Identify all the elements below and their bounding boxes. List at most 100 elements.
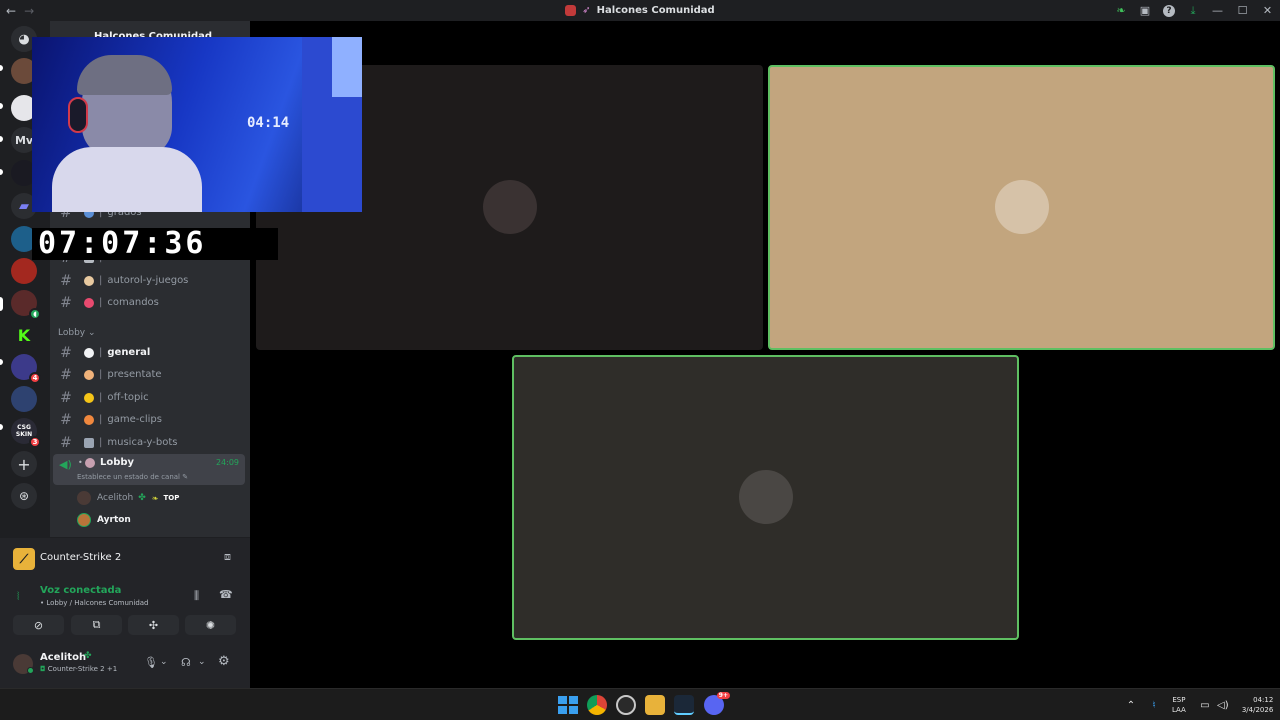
camera-off-icon: ⊘ (33, 618, 44, 632)
server-icon-halcones[interactable]: ◖ (11, 290, 41, 320)
selected-pip (0, 297, 3, 311)
cap (77, 55, 172, 95)
channel-musica-y-bots[interactable]: # | musica-y-bots (53, 432, 245, 453)
voice-channel-lobby[interactable]: ◀) • Lobby 24:09 Establece un estado de … (53, 454, 245, 485)
participant-tile-speaking[interactable] (512, 355, 1019, 640)
microphone-icon[interactable]: ♮ (1146, 700, 1162, 711)
add-server-button[interactable]: + (11, 451, 37, 477)
user-status: ◘ Counter-Strike 2 +1 (40, 665, 118, 673)
avatar (483, 180, 537, 234)
activities-icon: ✣ (148, 618, 159, 632)
cs2-taskbar-icon[interactable] (645, 695, 665, 715)
channel-game-clips[interactable]: # | game-clips (53, 409, 245, 430)
screen-share-icon[interactable]: ⧈ (224, 550, 231, 564)
server-icon-8[interactable] (11, 386, 37, 412)
back-arrow-icon[interactable]: ← (6, 4, 16, 18)
pencil-icon: ✎ (182, 473, 189, 481)
inbox-icon[interactable]: ▣ (1133, 0, 1157, 21)
shirt (52, 147, 202, 212)
signal-icon[interactable]: ⦚ (17, 590, 19, 604)
hash-icon: # (60, 389, 72, 406)
server-icon-7[interactable]: 4 (11, 354, 41, 384)
hash-icon: # (60, 344, 72, 361)
unread-pip (0, 103, 3, 109)
cs2-logo-icon: ⟋ (13, 548, 35, 570)
help-icon[interactable]: ? (1157, 0, 1181, 21)
rocket-icon: ➶ (582, 5, 591, 16)
discord-taskbar-icon[interactable]: 9+ (704, 692, 730, 715)
microphone-icon[interactable]: 🎙︎ (144, 656, 158, 669)
channel-emoji-icon (84, 275, 94, 286)
server-icon-csgo[interactable]: CSG SKIN 3 (11, 418, 41, 448)
chrome-icon[interactable] (587, 695, 607, 715)
speaker-icon: ◀) (59, 458, 72, 471)
voice-stage (250, 21, 1280, 688)
share-screen-icon: ⧉ (92, 618, 101, 631)
title-bar: ← → ➶ Halcones Comunidad ❧ ▣ ? ⤓ — ☐ ✕ (0, 0, 1280, 21)
hash-icon: # (60, 411, 72, 428)
camera-off-button[interactable]: ⊘ (13, 615, 64, 635)
unread-pip (0, 136, 3, 142)
server-icon-6[interactable] (11, 258, 37, 284)
start-button[interactable] (557, 695, 578, 715)
voice-location[interactable]: • Lobby / Halcones Comunidad (40, 599, 149, 607)
channel-off-topic[interactable]: # | off-topic (53, 387, 245, 408)
volume-icon[interactable]: ◁) (1216, 700, 1230, 711)
headset-icon (68, 97, 88, 133)
channel-general[interactable]: # | general (53, 342, 245, 363)
avatar (77, 491, 91, 505)
avatar (77, 513, 91, 527)
stream-clock: 07:07:36 (32, 228, 278, 260)
minimize-button[interactable]: — (1205, 0, 1230, 21)
participant-tile-speaking[interactable] (768, 65, 1275, 350)
discover-button[interactable]: ⊛ (11, 483, 37, 509)
steam-icon[interactable] (674, 695, 694, 715)
noise-suppression-icon[interactable]: ⫼ (194, 589, 199, 603)
wave-icon (84, 369, 94, 380)
download-icon[interactable]: ⤓ (1181, 0, 1205, 21)
chevron-up-icon[interactable]: ⌃ (1124, 700, 1138, 711)
settings-gear-icon[interactable]: ⚙ (218, 654, 230, 669)
channel-status[interactable]: Establece un estado de canal ✎ (77, 473, 188, 481)
disconnect-icon[interactable]: ☎ (219, 588, 233, 601)
clock-tray[interactable]: 04:12 3/4/2026 (1242, 695, 1273, 715)
channel-autorol-y-juegos[interactable]: # | autorol-y-juegos (53, 270, 245, 291)
server-icon-kick[interactable]: K (11, 322, 37, 348)
chevron-down-icon[interactable]: ⌄ (198, 657, 206, 667)
close-button[interactable]: ✕ (1255, 0, 1280, 21)
network-icon[interactable]: ▭ (1198, 700, 1212, 711)
chevron-down-icon[interactable]: ⌄ (160, 657, 168, 667)
window-title: ➶ Halcones Comunidad (0, 0, 1280, 21)
forward-arrow-icon[interactable]: → (24, 4, 34, 18)
radio-icon (84, 437, 94, 448)
voice-member[interactable]: Acelitoh ✤ ❧ TOP (77, 489, 179, 507)
plus-icon: + (11, 451, 37, 477)
maximize-button[interactable]: ☐ (1230, 0, 1255, 21)
soundboard-button[interactable]: ✺ (185, 615, 236, 635)
unread-pip (0, 65, 3, 71)
emoji-icon (84, 414, 94, 425)
clover-icon: ✤ (84, 651, 92, 661)
nav-buttons: ← → (6, 0, 34, 21)
channel-emoji-icon (84, 297, 94, 308)
speaker-badge: ◖ (29, 308, 41, 320)
leaf-icon[interactable]: ❧ (1109, 0, 1133, 21)
leaf-icon: ❧ (151, 493, 159, 503)
hash-icon: # (60, 272, 72, 289)
share-screen-button[interactable]: ⧉ (71, 615, 122, 635)
gamepad-icon: ◘ (40, 665, 46, 673)
server-icon (565, 5, 577, 16)
channel-presentate[interactable]: # | presentate (53, 364, 245, 385)
compass-icon: ⊛ (11, 483, 37, 509)
language-indicator[interactable]: ESP LAA (1172, 695, 1186, 715)
category-lobby[interactable]: Lobby ⌄ (58, 328, 96, 338)
activities-button[interactable]: ✣ (128, 615, 179, 635)
emoji-icon (84, 392, 94, 403)
channel-comandos[interactable]: # | comandos (53, 292, 245, 313)
unread-pip (0, 359, 3, 365)
obs-icon[interactable] (616, 695, 636, 715)
headphones-icon[interactable]: ☊ (181, 656, 191, 669)
voice-member[interactable]: Ayrton (77, 511, 131, 529)
user-panel: Acelitoh ✤ ◘ Counter-Strike 2 +1 🎙︎ ⌄ ☊ … (0, 640, 250, 688)
unread-pip (0, 169, 3, 175)
